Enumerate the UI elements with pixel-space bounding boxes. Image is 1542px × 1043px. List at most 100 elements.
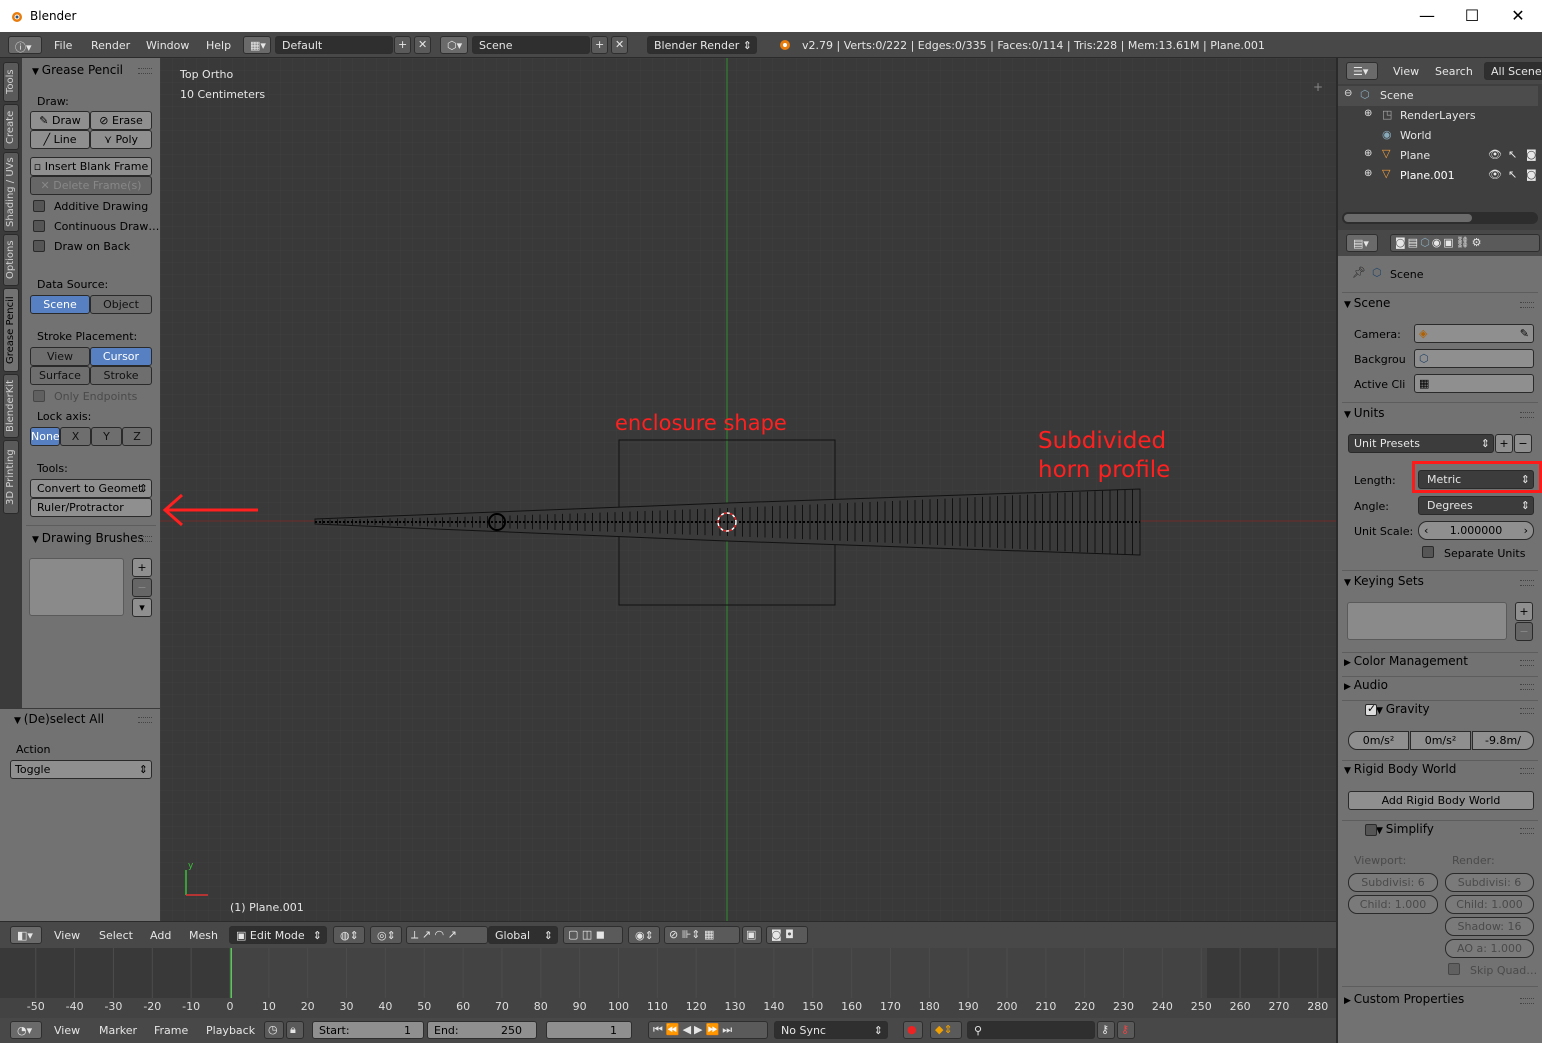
add-brush-icon[interactable]: + [132,558,152,577]
menu-help[interactable]: Help [206,39,231,52]
renderable-camera-icon[interactable]: ◙ [1526,168,1537,181]
grease-pencil-header[interactable]: Grease Pencil [32,63,123,77]
active-clip-field[interactable]: ▦ [1414,374,1534,393]
viewport-expand-icon[interactable]: + [1313,80,1323,94]
tab-shading-uvs[interactable]: Shading / UVs [3,152,19,232]
proportional-edit-icon[interactable]: ◉⇕ [628,926,660,944]
gravity-x-field[interactable]: 0m/s² [1348,731,1409,750]
close-button[interactable]: ✕ [1503,6,1533,26]
lock-axis-x-button[interactable]: X [60,427,91,446]
expand-icon[interactable]: ⊕ [1364,168,1372,179]
viewport-subdivision-field[interactable]: Subdivisi: 6 [1348,873,1438,892]
render-icon[interactable]: ▣ [742,926,762,944]
brush-menu-icon[interactable]: ▾ [132,598,152,617]
simplify-checkbox[interactable] [1365,824,1377,836]
add-scene-icon[interactable]: + [591,36,608,54]
pin-icon[interactable]: 📌︎ [1352,266,1366,279]
remove-brush-icon[interactable]: − [132,578,152,597]
render-ao-field[interactable]: AO a: 1.000 [1445,939,1534,958]
menu-window[interactable]: Window [146,39,189,52]
operator-title[interactable]: (De)select All [14,712,104,726]
add-preset-icon[interactable]: + [1495,434,1513,453]
section-audio-header[interactable]: Audio [1344,678,1534,692]
panel-grip-icon[interactable] [1520,412,1534,418]
timeline[interactable]: -50 -40 -30 -20 -10 0 10 20 30 40 50 60 70 80 90 100 110… [0,948,1336,1018]
length-unit-select[interactable]: Metric ⇕ [1418,470,1534,489]
only-endpoints-checkbox[interactable] [33,390,45,402]
gravity-checkbox[interactable]: ✓ [1365,702,1377,716]
ruler-protractor-button[interactable]: Ruler/Protractor [30,498,152,517]
menu-mesh[interactable]: Mesh [189,929,218,942]
outliner-item-plane001[interactable]: ⊕ ▽ Plane.001 👁︎ ↖ ◙ [1338,166,1538,186]
add-screen-icon[interactable]: + [394,36,411,54]
selectable-cursor-icon[interactable]: ↖ [1508,168,1517,181]
convert-to-geometry-select[interactable]: Convert to Geomet ⇕ [30,479,152,498]
editor-type-3d-icon[interactable]: ◧▾ [10,926,42,944]
section-custom-properties-header[interactable]: Custom Properties [1344,992,1534,1006]
expand-icon[interactable]: ⊕ [1364,148,1372,159]
menu-marker[interactable]: Marker [99,1024,137,1037]
editor-type-info-icon[interactable]: ⓘ▾ [8,36,42,54]
playback-controls[interactable]: ⏮⏪◀▶⏩⏭ [648,1021,768,1039]
3d-viewport[interactable]: Top Ortho 10 Centimeters (1) Plane.001 y… [160,58,1336,921]
additive-drawing-checkbox[interactable] [33,200,45,212]
menu-playback[interactable]: Playback [206,1024,255,1037]
screen-layout-icon[interactable]: ▦▾ [243,36,271,54]
increment-arrow-icon[interactable]: › [1524,522,1528,539]
keying-sets-list[interactable] [1347,602,1507,640]
viewport-child-particles-field[interactable]: Child: 1.000 [1348,895,1438,914]
line-button[interactable]: ╱ Line [30,130,90,149]
skip-quad-checkbox[interactable] [1448,963,1460,975]
tab-grease-pencil[interactable]: Grease Pencil [3,288,19,372]
render-engine-select[interactable]: Blender Render ⇕ [647,36,757,54]
menu-render[interactable]: Render [91,39,130,52]
draw-on-back-checkbox[interactable] [33,240,45,252]
stroke-stroke-button[interactable]: Stroke [90,366,152,385]
start-frame-field[interactable]: Start: 1 [312,1021,424,1039]
select-mode-buttons[interactable]: ▢ ◫ ◼ [563,926,623,944]
screen-layout-field[interactable]: Default [275,36,393,54]
renderable-camera-icon[interactable]: ◙ [1526,148,1537,161]
stroke-view-button[interactable]: View [30,347,90,366]
snap-tools[interactable]: ⊘ ⊪⇕ ▦ [664,926,740,944]
menu-frame[interactable]: Frame [154,1024,188,1037]
outliner-filter-select[interactable]: All Scenes [1484,62,1542,80]
current-frame-field[interactable]: 1 [546,1021,632,1039]
camera-field[interactable]: ◈ ✎ [1414,324,1534,343]
lock-axis-none-button[interactable]: None [30,427,60,446]
outliner-item-plane[interactable]: ⊕ ▽ Plane 👁︎ ↖ ◙ [1338,146,1538,166]
collapse-icon[interactable]: ⊖ [1344,88,1352,99]
menu-file[interactable]: File [54,39,72,52]
add-keying-set-icon[interactable]: + [1515,602,1533,621]
menu-select[interactable]: Select [99,929,133,942]
tab-3d-printing[interactable]: 3D Printing [3,440,19,514]
shading-select-icon[interactable]: ◍⇕ [333,926,365,944]
outliner-scrollbar[interactable] [1342,212,1538,224]
section-keying-sets-header[interactable]: Keying Sets [1344,574,1534,588]
expand-icon[interactable]: ⊕ [1364,108,1372,119]
section-scene-header[interactable]: Scene [1344,296,1534,310]
remove-preset-icon[interactable]: − [1514,434,1532,453]
stroke-surface-button[interactable]: Surface [30,366,90,385]
render-subdivision-field[interactable]: Subdivisi: 6 [1445,873,1534,892]
scene-field[interactable]: Scene [472,36,590,54]
opengl-render-icon[interactable]: ◙ ◘ [766,926,808,944]
preview-range-icon[interactable]: ◷ [264,1021,284,1039]
panel-grip-icon[interactable] [1520,828,1534,834]
unit-scale-field[interactable]: ‹ 1.000000 › [1418,521,1534,540]
separate-units-checkbox[interactable] [1422,546,1434,558]
scene-icon[interactable]: ⬡▾ [440,36,468,54]
section-rigid-body-world-header[interactable]: Rigid Body World [1344,762,1534,776]
visibility-eye-icon[interactable]: 👁︎ [1488,148,1502,161]
minimize-button[interactable]: — [1412,6,1442,26]
properties-context-tabs[interactable]: ◙▤⬡◉▣⛓︎⚙ [1390,234,1540,252]
decrement-arrow-icon[interactable]: ‹ [1424,522,1428,539]
menu-view[interactable]: View [54,929,80,942]
panel-grip-icon[interactable] [1520,684,1534,690]
action-select[interactable]: Toggle ⇕ [10,760,152,779]
record-icon[interactable]: ● [903,1021,923,1039]
maximize-button[interactable]: ☐ [1457,6,1487,26]
render-shadow-samples-field[interactable]: Shadow: 16 [1445,917,1534,936]
erase-button[interactable]: ⊘ Erase [90,111,152,130]
panel-grip-icon[interactable] [138,717,152,723]
